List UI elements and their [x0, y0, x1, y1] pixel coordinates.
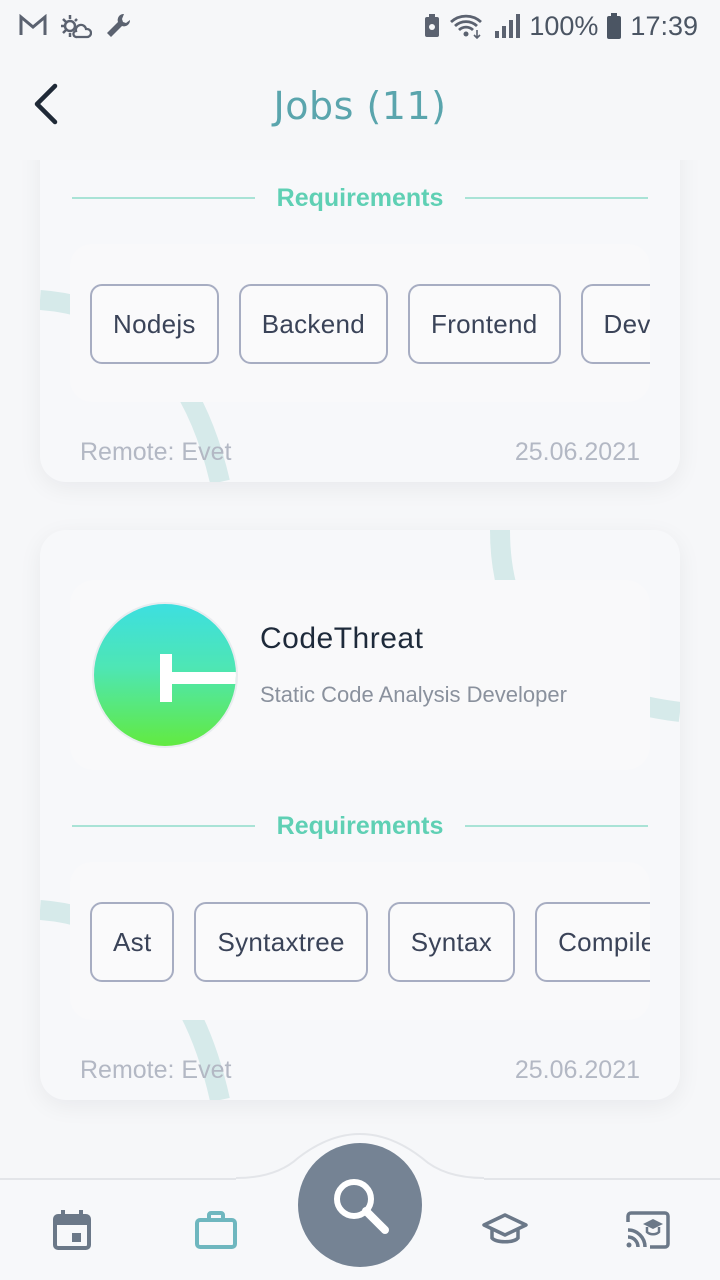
- nav-education[interactable]: [480, 1205, 530, 1255]
- wifi-icon: [449, 13, 485, 39]
- back-button[interactable]: [22, 78, 70, 130]
- tags-row: Nodejs Backend Frontend Devops: [90, 284, 650, 364]
- briefcase-icon: [195, 1211, 237, 1249]
- company-logo: [92, 602, 238, 748]
- tag[interactable]: Compiler: [535, 902, 650, 982]
- tag[interactable]: Syntaxtree: [194, 902, 368, 982]
- tag[interactable]: Backend: [238, 284, 389, 364]
- tag[interactable]: Ast: [90, 902, 175, 982]
- divider: [72, 825, 255, 827]
- battery-icon: [606, 12, 622, 40]
- tag[interactable]: Nodejs: [90, 284, 219, 364]
- weather-icon: [60, 13, 92, 39]
- status-bar-right: 100% 17:39: [423, 11, 698, 42]
- tag[interactable]: Frontend: [408, 284, 561, 364]
- job-card[interactable]: CodeThreat Static Code Analysis Develope…: [40, 530, 680, 1100]
- app-header: Jobs (11): [0, 52, 720, 160]
- status-bar-left: [18, 12, 132, 40]
- nav-calendar[interactable]: [47, 1205, 97, 1255]
- search-button[interactable]: [298, 1143, 422, 1267]
- clock: 17:39: [630, 10, 698, 41]
- card-footer: Remote: Evet 25.06.2021: [80, 1050, 640, 1090]
- battery-saver-icon: [423, 13, 441, 39]
- remote-label: Remote: Evet: [80, 437, 232, 466]
- tag[interactable]: Devops: [580, 284, 650, 364]
- calendar-icon: [53, 1210, 91, 1250]
- jobs-list[interactable]: Requirements Nodejs Backend Frontend Dev…: [0, 160, 720, 1178]
- tags-panel[interactable]: Nodejs Backend Frontend Devops: [70, 244, 650, 402]
- page-title: Jobs (11): [273, 84, 447, 128]
- nav-jobs[interactable]: [191, 1205, 241, 1255]
- cast-education-icon: [626, 1211, 670, 1249]
- gmail-icon: [18, 14, 48, 38]
- job-position: Static Code Analysis Developer: [260, 682, 567, 707]
- battery-percent: 100%: [529, 10, 599, 41]
- nav-online-courses[interactable]: [623, 1205, 673, 1255]
- requirements-heading: Requirements: [72, 806, 648, 846]
- tags-panel[interactable]: Ast Syntaxtree Syntax Compiler: [70, 862, 650, 1020]
- posted-date: 25.06.2021: [514, 437, 640, 466]
- tag[interactable]: Syntax: [387, 902, 516, 982]
- status-bar: 100% 17:39: [0, 0, 720, 52]
- company-name: CodeThreat: [260, 622, 424, 655]
- divider: [465, 825, 648, 827]
- tags-row: Ast Syntaxtree Syntax Compiler: [90, 902, 650, 982]
- wrench-icon: [104, 12, 132, 40]
- search-icon: [334, 1179, 389, 1234]
- requirements-label: Requirements: [276, 811, 444, 840]
- job-card[interactable]: Requirements Nodejs Backend Frontend Dev…: [40, 160, 680, 482]
- divider: [72, 197, 255, 199]
- requirements-label: Requirements: [276, 183, 444, 212]
- graduation-cap-icon: [482, 1213, 528, 1244]
- card-footer: Remote: Evet 25.06.2021: [80, 432, 640, 472]
- signal-icon: [493, 13, 521, 39]
- remote-label: Remote: Evet: [80, 1055, 232, 1084]
- chevron-left-icon: [34, 83, 58, 125]
- divider: [465, 197, 648, 199]
- posted-date: 25.06.2021: [514, 1055, 640, 1084]
- codethreat-logo-icon: [160, 654, 236, 702]
- requirements-heading: Requirements: [72, 178, 648, 218]
- company-panel[interactable]: CodeThreat Static Code Analysis Develope…: [70, 580, 650, 770]
